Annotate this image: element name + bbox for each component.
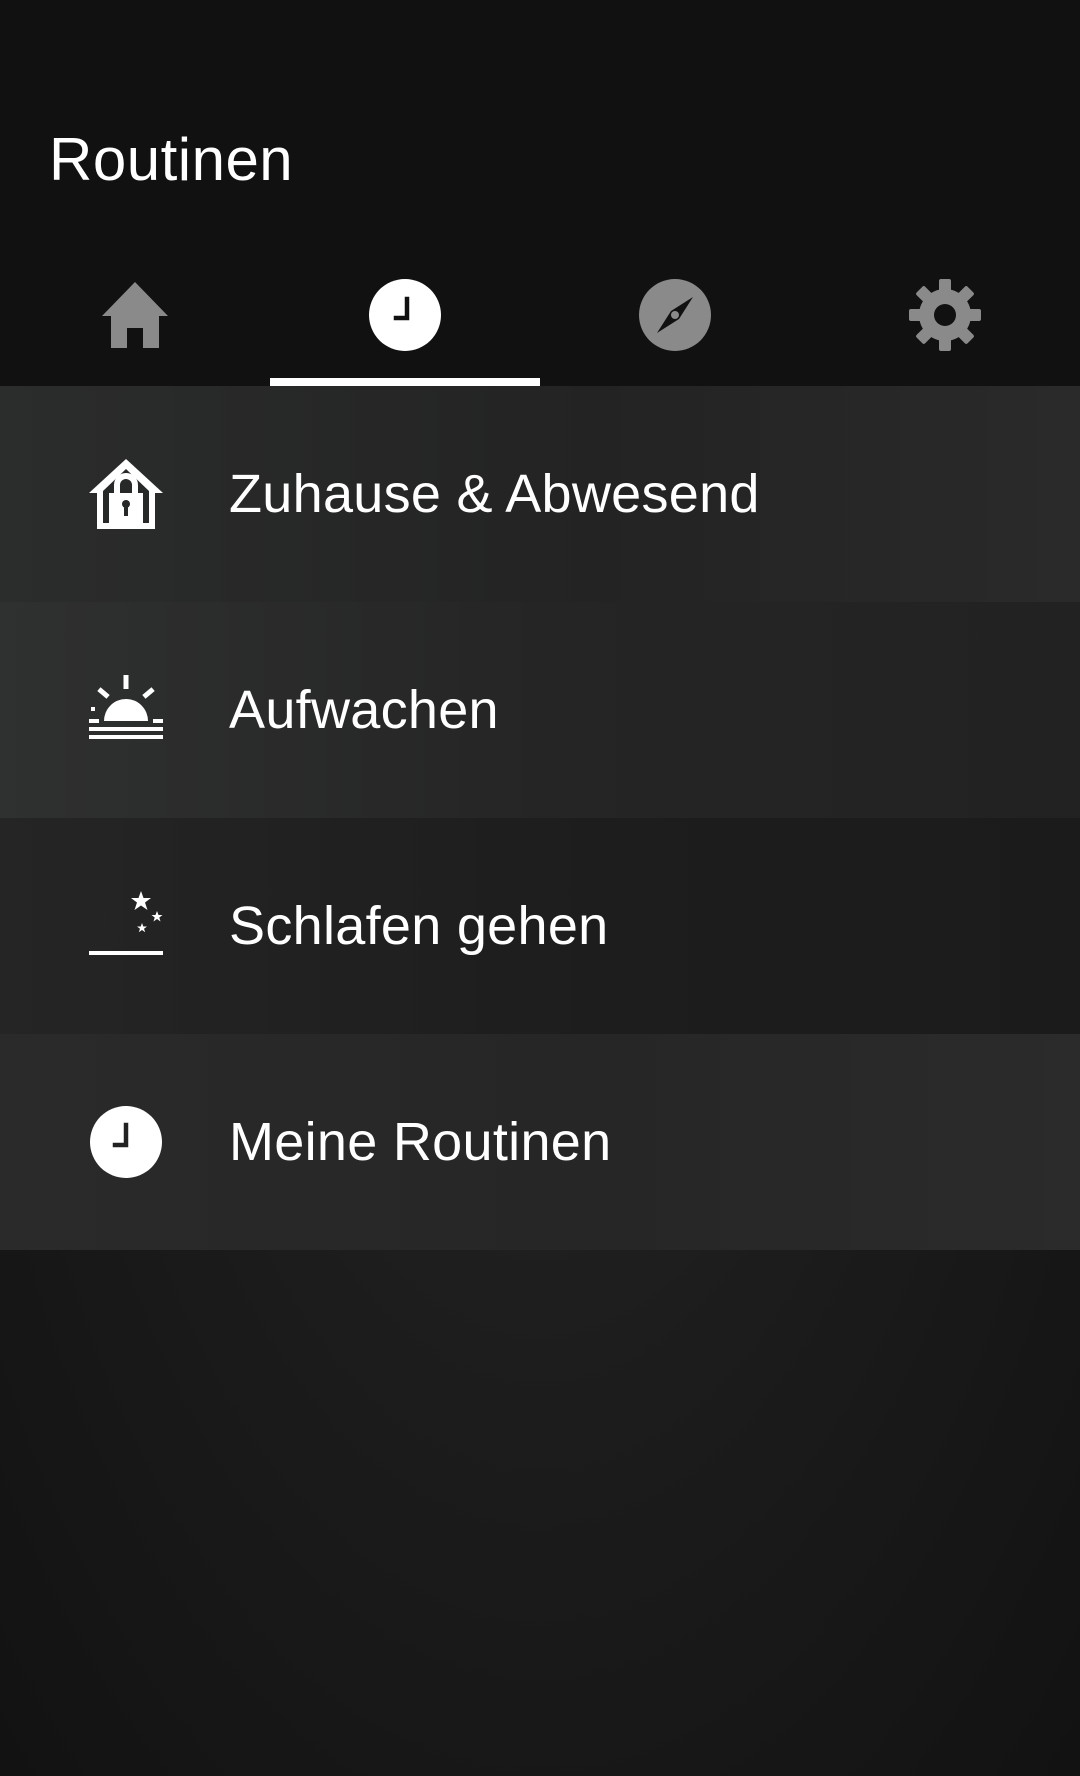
routine-label: Schlafen gehen bbox=[229, 896, 609, 956]
routine-list: Zuhause & Abwesend Aufwachen Schlafen ge… bbox=[0, 386, 1080, 1776]
page-title: Routinen bbox=[49, 126, 294, 193]
compass-icon bbox=[639, 279, 711, 351]
tab-home[interactable] bbox=[0, 258, 270, 386]
routine-item-wake-up[interactable]: Aufwachen bbox=[0, 602, 1080, 818]
tab-bar bbox=[0, 258, 1080, 386]
gear-icon bbox=[909, 279, 981, 351]
routine-item-my-routines[interactable]: Meine Routinen bbox=[0, 1034, 1080, 1250]
tab-settings[interactable] bbox=[810, 258, 1080, 386]
home-icon bbox=[102, 282, 168, 348]
sunrise-icon bbox=[89, 675, 163, 739]
app-screen: Routinen Zuhause & Abwesend Aufwachen Sc… bbox=[0, 0, 1080, 1776]
header: Routinen bbox=[0, 0, 1080, 386]
clock-icon bbox=[90, 1106, 162, 1178]
clock-icon bbox=[369, 279, 441, 351]
moon-stars-icon bbox=[89, 891, 163, 955]
home-lock-icon bbox=[89, 459, 163, 529]
routine-item-home-away[interactable]: Zuhause & Abwesend bbox=[0, 386, 1080, 602]
tab-routines[interactable] bbox=[270, 258, 540, 386]
routine-label: Meine Routinen bbox=[229, 1112, 612, 1172]
routine-item-go-to-sleep[interactable]: Schlafen gehen bbox=[0, 818, 1080, 1034]
active-tab-indicator bbox=[270, 378, 540, 386]
routine-label: Zuhause & Abwesend bbox=[229, 464, 760, 524]
tab-explore[interactable] bbox=[540, 258, 810, 386]
routine-label: Aufwachen bbox=[229, 680, 499, 740]
